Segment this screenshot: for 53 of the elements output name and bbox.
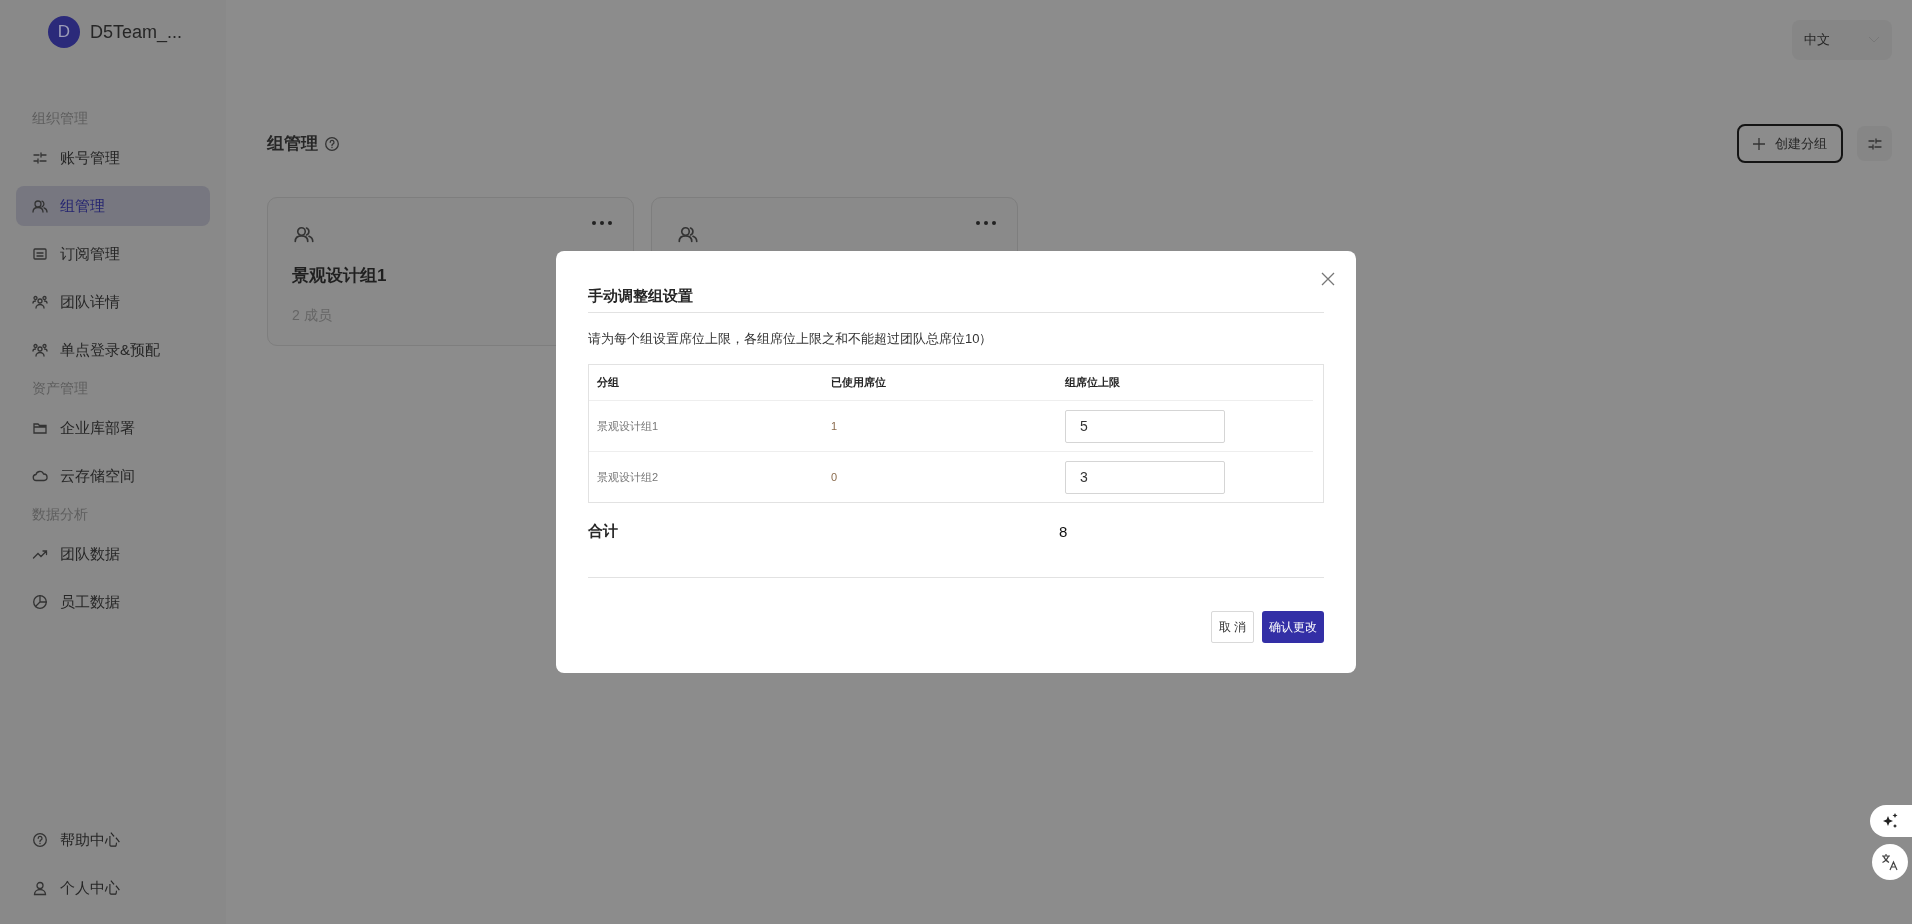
sidebar-item[interactable]: 团队数据 xyxy=(16,534,210,574)
sliders-icon xyxy=(32,150,48,166)
close-icon[interactable] xyxy=(1320,271,1336,287)
team-icon xyxy=(32,294,48,310)
table-cell: 1 xyxy=(831,420,838,432)
more-icon[interactable] xyxy=(591,220,613,226)
sidebar-item[interactable]: 单点登录&预配 xyxy=(16,330,210,370)
column-header: 组席位上限 xyxy=(1065,375,1120,390)
filter-button[interactable] xyxy=(1857,126,1892,161)
seat-limit-input[interactable]: 3 xyxy=(1065,460,1225,494)
help-icon xyxy=(32,832,48,848)
sidebar-item[interactable]: 组管理 xyxy=(16,186,210,226)
column-header: 已使用席位 xyxy=(831,375,886,390)
team-avatar[interactable]: D xyxy=(48,16,80,48)
sidebar-item[interactable]: 云存储空间 xyxy=(16,456,210,496)
sidebar-item[interactable]: 企业库部署 xyxy=(16,408,210,448)
confirm-button[interactable]: 确认更改 xyxy=(1262,611,1324,643)
plus-icon xyxy=(1753,137,1765,150)
team-icon xyxy=(32,342,48,358)
sidebar-item[interactable]: 账号管理 xyxy=(16,138,210,178)
sidebar-item[interactable]: 帮助中心 xyxy=(16,820,210,860)
language-select[interactable]: 中文 xyxy=(1792,20,1892,60)
users-icon xyxy=(676,224,700,244)
table-cell: 景观设计组1 xyxy=(597,418,659,434)
translate-button[interactable] xyxy=(1872,844,1908,880)
translate-icon xyxy=(1881,853,1899,871)
ai-assistant-button[interactable] xyxy=(1870,805,1912,837)
list-icon xyxy=(32,246,48,262)
sidebar-item[interactable]: 员工数据 xyxy=(16,582,210,622)
users-icon xyxy=(32,198,48,214)
dialog-title: 手动调整组设置 xyxy=(588,287,1324,313)
folder-icon xyxy=(32,420,48,436)
users-icon xyxy=(292,224,316,244)
cloud-icon xyxy=(32,468,48,484)
group-name: 景观设计组1 xyxy=(292,265,388,287)
help-icon[interactable] xyxy=(324,135,340,152)
create-group-button[interactable]: 创建分组 xyxy=(1737,124,1843,163)
team-name: D5Team_... xyxy=(90,21,183,43)
sidebar-item[interactable]: 订阅管理 xyxy=(16,234,210,274)
sparkle-icon xyxy=(1882,812,1900,830)
sidebar-item[interactable]: 个人中心 xyxy=(16,868,210,908)
more-icon[interactable] xyxy=(975,220,997,226)
cancel-button[interactable]: 取 消 xyxy=(1210,611,1254,643)
column-header: 分组 xyxy=(597,375,619,390)
total-value: 8 xyxy=(1058,522,1069,540)
seat-limit-input[interactable]: 5 xyxy=(1065,409,1225,443)
pie-chart-icon xyxy=(32,594,48,610)
user-icon xyxy=(32,880,48,896)
table-cell: 景观设计组2 xyxy=(597,469,659,485)
total-label: 合计 xyxy=(588,521,619,541)
page-title: 组管理 xyxy=(267,133,318,155)
sidebar-item[interactable]: 团队详情 xyxy=(16,282,210,322)
table-cell: 0 xyxy=(831,471,838,483)
